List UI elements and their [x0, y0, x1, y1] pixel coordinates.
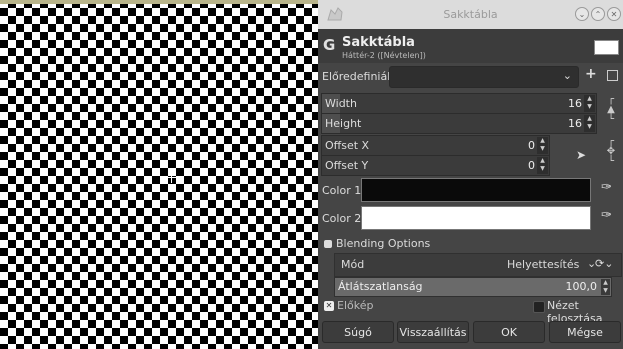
offset-x-label: Offset X [325, 139, 370, 152]
checkerboard-dialog: Sakktábla ⌄ ⌃ ✕ G Sakktábla Háttér-2 ([N… [318, 0, 623, 349]
mode-label: Mód [341, 258, 365, 271]
offset-chain-icon[interactable]: ┌ ✥ └ [605, 137, 617, 167]
blending-options-expander[interactable]: Blending Options [324, 237, 430, 250]
color1-swatch[interactable] [361, 178, 591, 202]
width-spin-arrows[interactable]: ▲ ▼ [584, 95, 595, 112]
canvas-ruler-strip [0, 0, 318, 4]
chevron-down-icon: ⌄ [562, 69, 572, 82]
maximize-button[interactable]: ⌃ [591, 7, 605, 21]
blending-options-heading: Blending Options [336, 237, 431, 250]
color2-label: Color 2 [322, 212, 362, 225]
dialog-subtitle: Háttér-2 ([Névtelen]) [342, 51, 426, 60]
mode-value: Helyettesítés [507, 258, 580, 271]
width-spinner[interactable]: Width 16 ▲ ▼ [321, 93, 597, 114]
preview-checkbox[interactable]: ✕ [324, 301, 334, 311]
minimize-button[interactable]: ⌄ [575, 7, 589, 21]
offset-x-spinner[interactable]: Offset X 0 ▲ ▼ [321, 135, 550, 156]
height-label: Height [325, 117, 362, 130]
split-view-checkbox[interactable] [533, 301, 545, 313]
preview-label: Előkép [337, 299, 374, 312]
gegl-icon: G [323, 36, 336, 54]
color1-label: Color 1 [322, 184, 362, 197]
opacity-spin-arrows[interactable]: ▲ ▼ [601, 279, 610, 295]
close-icon: ✕ [610, 9, 618, 19]
color2-swatch[interactable] [361, 206, 591, 230]
blend-mode-row[interactable]: Mód Helyettesítés ⌄ ⟳⌄ [334, 253, 622, 277]
reset-button[interactable]: Visszaállítás [397, 321, 469, 343]
dialog-title: Sakktábla [342, 35, 415, 50]
chain-link-icon[interactable]: ┌ ▲ └ [605, 95, 617, 125]
layer-preview-thumbnail [594, 40, 619, 55]
color1-picker-icon[interactable]: ✑ [601, 180, 619, 198]
crosshair-cursor-icon [166, 172, 177, 183]
add-preset-icon[interactable]: + [585, 66, 597, 82]
opacity-value: 100,0 [565, 280, 598, 293]
width-value: 16 [568, 97, 582, 110]
ok-button[interactable]: OK [473, 321, 545, 343]
offset-y-value: 0 [528, 159, 535, 172]
offset-y-spinner[interactable]: Offset Y 0 ▲ ▼ [321, 155, 550, 176]
help-button[interactable]: Súgó [322, 321, 394, 343]
presets-label: Előredefiniált: [322, 70, 399, 83]
cancel-button[interactable]: Mégse [549, 321, 621, 343]
chevron-up-icon: ⌃ [594, 9, 602, 19]
composite-mode-icon[interactable]: ⟳⌄ [595, 257, 613, 270]
pointer-pick-icon[interactable]: ➤ [576, 148, 586, 162]
manage-presets-icon[interactable] [607, 70, 618, 81]
window-titlebar[interactable]: Sakktábla ⌄ ⌃ ✕ [318, 0, 623, 29]
offset-x-spin-arrows[interactable]: ▲ ▼ [537, 137, 548, 154]
presets-combo[interactable]: ⌄ [389, 66, 579, 88]
offset-y-spin-arrows[interactable]: ▲ ▼ [537, 157, 548, 174]
chevron-down-icon: ⌄ [578, 9, 586, 19]
color2-picker-icon[interactable]: ✑ [601, 208, 619, 226]
collapse-icon [324, 240, 332, 248]
height-spin-arrows[interactable]: ▲ ▼ [584, 115, 595, 132]
opacity-spinner[interactable]: Átlátszatlanság 100,0 ▲ ▼ [334, 277, 612, 297]
height-spinner[interactable]: Height 16 ▲ ▼ [321, 113, 597, 134]
opacity-label: Átlátszatlanság [338, 280, 423, 293]
close-button[interactable]: ✕ [607, 7, 621, 21]
height-value: 16 [568, 117, 582, 130]
offset-y-label: Offset Y [325, 159, 369, 172]
width-label: Width [325, 97, 357, 110]
image-canvas[interactable] [0, 0, 318, 349]
offset-x-value: 0 [528, 139, 535, 152]
dialog-header: G Sakktábla Háttér-2 ([Névtelen]) [318, 29, 623, 63]
